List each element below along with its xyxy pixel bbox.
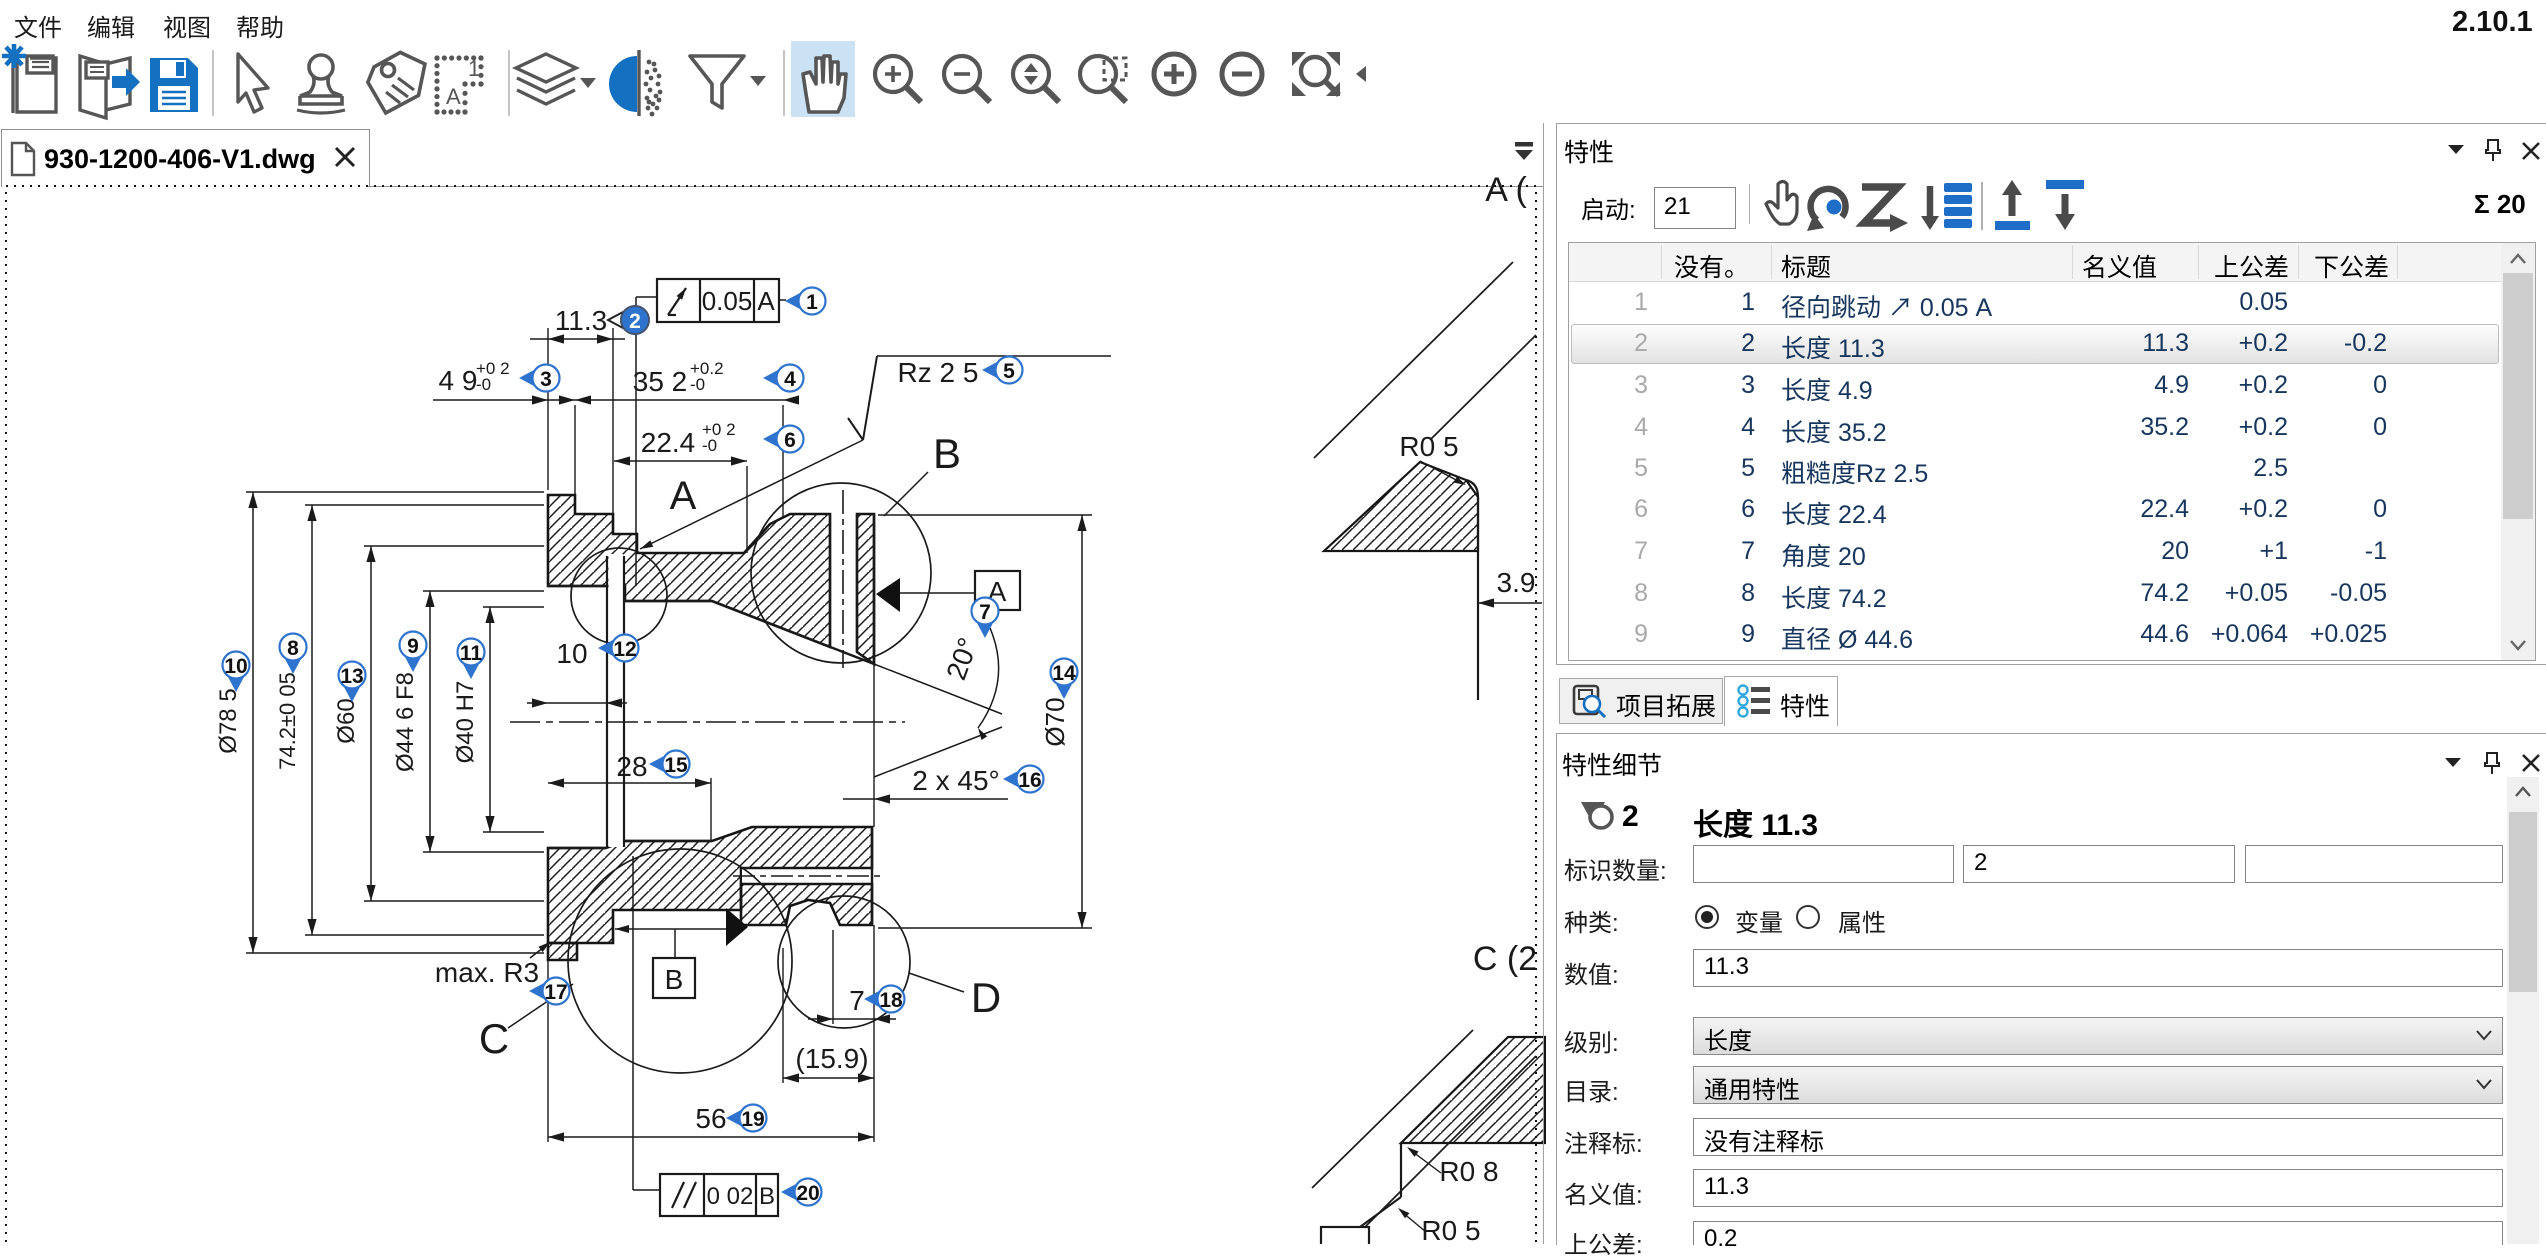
svg-text:15: 15 — [664, 754, 688, 777]
svg-text:5: 5 — [1003, 360, 1015, 383]
svg-text:A (: A ( — [1485, 171, 1527, 209]
svg-text:16: 16 — [1018, 769, 1041, 792]
svg-text:7: 7 — [849, 985, 865, 1016]
svg-text:C (2: C (2 — [1473, 940, 1537, 978]
svg-text:8: 8 — [287, 637, 299, 660]
svg-text:4 9: 4 9 — [439, 365, 478, 396]
svg-text:3: 3 — [540, 368, 552, 391]
svg-text:D: D — [971, 974, 1001, 1021]
svg-text:2: 2 — [629, 310, 641, 333]
svg-text:19: 19 — [741, 1108, 764, 1131]
svg-text:Ø78 5: Ø78 5 — [215, 688, 242, 753]
svg-text:R0 5: R0 5 — [1399, 431, 1458, 462]
svg-text:14: 14 — [1052, 662, 1076, 685]
svg-text:-0: -0 — [690, 375, 705, 394]
svg-text:R0 8: R0 8 — [1439, 1156, 1498, 1187]
svg-text:max. R3: max. R3 — [435, 957, 539, 988]
svg-text:Ø44 6 F8: Ø44 6 F8 — [392, 672, 419, 772]
svg-text:6: 6 — [784, 429, 796, 452]
svg-text:0.05: 0.05 — [702, 286, 753, 316]
svg-text:B: B — [665, 964, 684, 995]
svg-text:20: 20 — [796, 1182, 819, 1205]
svg-text:A: A — [757, 286, 775, 316]
svg-text:13: 13 — [340, 665, 363, 688]
svg-text:(15.9): (15.9) — [795, 1043, 868, 1074]
svg-text:28: 28 — [616, 751, 647, 782]
svg-text:7: 7 — [979, 601, 991, 624]
svg-text:C: C — [479, 1015, 509, 1062]
svg-text:4: 4 — [784, 368, 796, 391]
svg-text:1: 1 — [806, 291, 818, 314]
svg-text:3.9: 3.9 — [1497, 567, 1536, 598]
svg-text:9: 9 — [407, 635, 419, 658]
svg-text:Ø70: Ø70 — [1040, 697, 1070, 746]
svg-text:17: 17 — [544, 981, 567, 1004]
svg-text:12: 12 — [613, 638, 636, 661]
svg-text:22.4: 22.4 — [641, 427, 696, 458]
svg-text:35 2: 35 2 — [633, 366, 688, 397]
svg-text:2 x 45°: 2 x 45° — [912, 765, 999, 796]
svg-text:-0: -0 — [702, 436, 717, 455]
svg-text:Rz 2 5: Rz 2 5 — [898, 357, 979, 388]
svg-text:11: 11 — [460, 642, 483, 665]
svg-text:0 02: 0 02 — [707, 1183, 754, 1210]
svg-text:Ø60: Ø60 — [333, 698, 360, 743]
svg-text:10: 10 — [556, 638, 587, 669]
svg-text:10: 10 — [224, 655, 247, 678]
svg-text:B: B — [933, 430, 961, 477]
svg-text:Ø40 H7: Ø40 H7 — [452, 681, 479, 764]
svg-text:56: 56 — [695, 1103, 726, 1134]
svg-text:R0 5: R0 5 — [1421, 1215, 1480, 1244]
svg-text:-0: -0 — [476, 375, 491, 394]
svg-text:11.3: 11.3 — [555, 305, 607, 336]
svg-text:A: A — [670, 474, 697, 518]
svg-text:18: 18 — [879, 989, 903, 1012]
svg-text:74.2±0 05: 74.2±0 05 — [275, 672, 300, 770]
svg-text:20°: 20° — [940, 634, 984, 684]
svg-text:B: B — [759, 1183, 775, 1210]
